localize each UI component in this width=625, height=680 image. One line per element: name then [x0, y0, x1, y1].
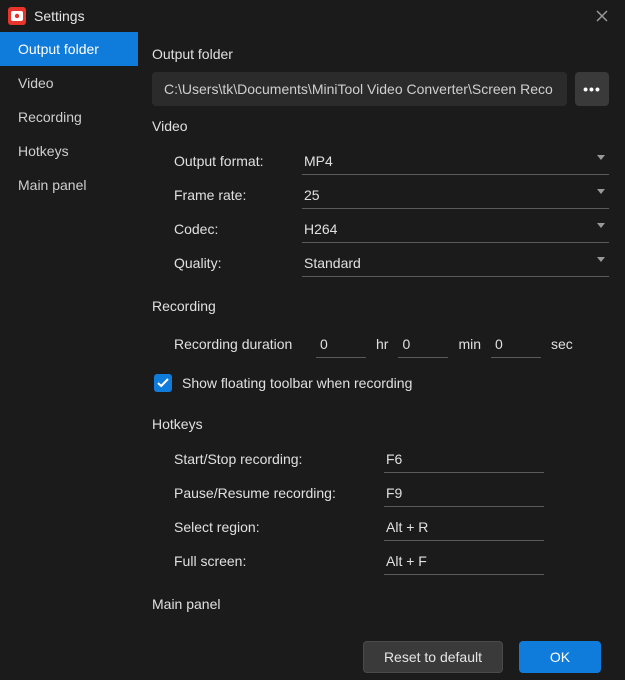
pause-resume-hotkey[interactable] — [384, 479, 544, 507]
select-value: MP4 — [304, 153, 333, 169]
output-format-label: Output format: — [174, 153, 302, 169]
settings-content[interactable]: Output folder ••• Video Output format: M… — [138, 38, 625, 628]
duration-sec-input[interactable] — [491, 330, 541, 358]
hr-unit: hr — [376, 336, 388, 352]
window-title: Settings — [34, 8, 85, 24]
output-path-input[interactable] — [152, 72, 567, 106]
sidebar-item-main-panel[interactable]: Main panel — [0, 168, 138, 202]
browse-button[interactable]: ••• — [575, 72, 609, 106]
pause-resume-label: Pause/Resume recording: — [174, 485, 384, 501]
show-toolbar-label: Show floating toolbar when recording — [182, 375, 412, 391]
select-value: 25 — [304, 187, 320, 203]
select-value: Standard — [304, 255, 361, 271]
sidebar-item-video[interactable]: Video — [0, 66, 138, 100]
sec-unit: sec — [551, 336, 573, 352]
section-recording: Recording — [152, 298, 609, 314]
sidebar-item-output-folder[interactable]: Output folder — [0, 32, 138, 66]
start-stop-label: Start/Stop recording: — [174, 451, 384, 467]
codec-label: Codec: — [174, 221, 302, 237]
chevron-down-icon — [597, 257, 605, 262]
sidebar-item-label: Hotkeys — [18, 143, 69, 159]
section-video: Video — [152, 118, 609, 134]
close-icon[interactable] — [587, 1, 617, 31]
reset-button[interactable]: Reset to default — [363, 641, 503, 673]
codec-select[interactable]: H264 — [302, 215, 609, 243]
chevron-down-icon — [597, 155, 605, 160]
quality-label: Quality: — [174, 255, 302, 271]
frame-rate-select[interactable]: 25 — [302, 181, 609, 209]
duration-min-input[interactable] — [398, 330, 448, 358]
sidebar: Output folder Video Recording Hotkeys Ma… — [0, 32, 138, 634]
ok-button[interactable]: OK — [519, 641, 601, 673]
sidebar-item-label: Recording — [18, 109, 82, 125]
duration-hr-input[interactable] — [316, 330, 366, 358]
output-format-select[interactable]: MP4 — [302, 147, 609, 175]
select-region-hotkey[interactable] — [384, 513, 544, 541]
app-icon — [8, 7, 26, 25]
sidebar-item-recording[interactable]: Recording — [0, 100, 138, 134]
show-toolbar-checkbox[interactable] — [154, 374, 172, 392]
ellipsis-icon: ••• — [583, 81, 601, 97]
titlebar: Settings — [0, 0, 625, 32]
section-hotkeys: Hotkeys — [152, 416, 609, 432]
chevron-down-icon — [597, 223, 605, 228]
sidebar-item-hotkeys[interactable]: Hotkeys — [0, 134, 138, 168]
start-stop-hotkey[interactable] — [384, 445, 544, 473]
section-output-folder: Output folder — [152, 46, 609, 62]
chevron-down-icon — [597, 189, 605, 194]
select-region-label: Select region: — [174, 519, 384, 535]
sidebar-item-label: Output folder — [18, 41, 99, 57]
full-screen-hotkey[interactable] — [384, 547, 544, 575]
footer: Reset to default OK — [0, 634, 625, 680]
sidebar-item-label: Main panel — [18, 177, 87, 193]
duration-label: Recording duration — [174, 336, 300, 352]
full-screen-label: Full screen: — [174, 553, 384, 569]
frame-rate-label: Frame rate: — [174, 187, 302, 203]
sidebar-item-label: Video — [18, 75, 54, 91]
select-value: H264 — [304, 221, 337, 237]
quality-select[interactable]: Standard — [302, 249, 609, 277]
section-main-panel: Main panel — [152, 596, 609, 612]
min-unit: min — [458, 336, 481, 352]
